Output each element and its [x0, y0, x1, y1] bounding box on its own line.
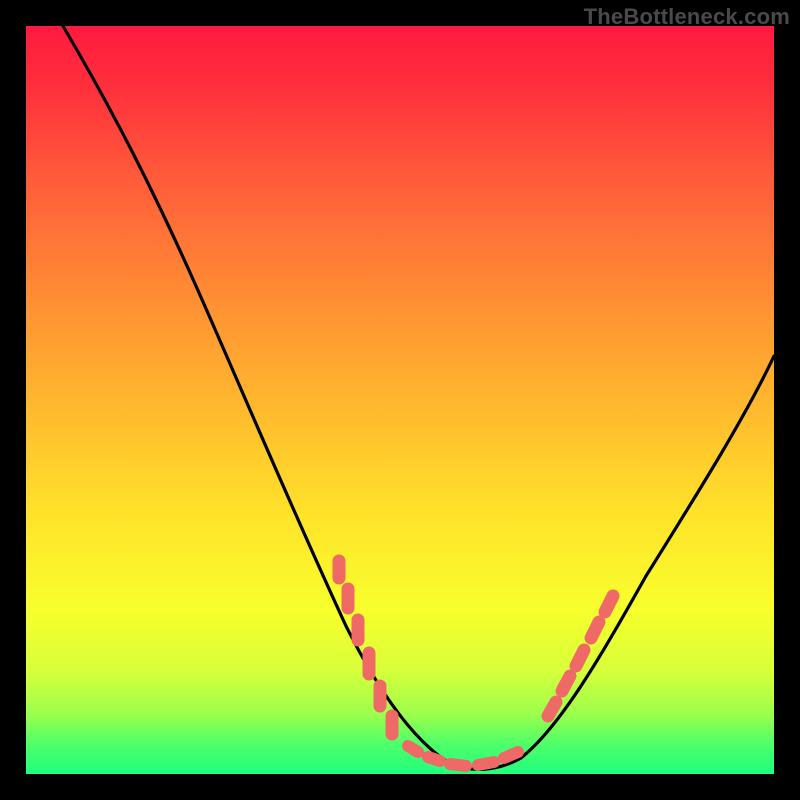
curve-layer	[26, 26, 774, 774]
watermark-text: TheBottleneck.com	[584, 4, 790, 30]
highlight-dots-bottom	[408, 746, 518, 766]
highlight-dots-left	[339, 561, 392, 734]
bottleneck-curve	[63, 26, 774, 769]
highlight-dots-right	[548, 596, 613, 716]
plot-area	[26, 26, 774, 774]
chart-frame: TheBottleneck.com	[0, 0, 800, 800]
